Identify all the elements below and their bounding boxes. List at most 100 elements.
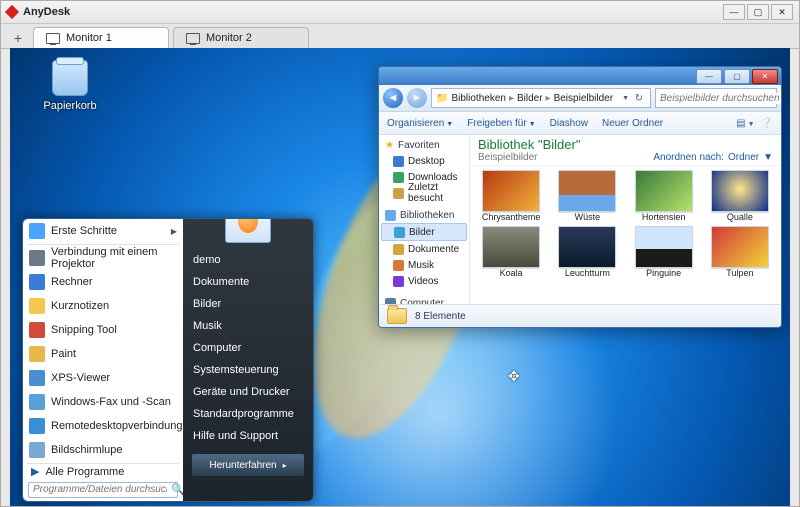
view-options-icon[interactable]: ▤▼ — [736, 118, 754, 129]
minimize-button[interactable]: — — [723, 4, 745, 20]
explorer-window[interactable]: — ▢ ✕ ◄ ► 📁 Bibliotheken▸ Bilder▸ Beispi… — [378, 66, 782, 328]
start-menu-item-label: Remotedesktopverbindung — [51, 420, 182, 432]
thumbnail-label: Chrysantheme — [482, 212, 541, 222]
thumbnail-item[interactable]: Hortensien — [629, 170, 699, 222]
address-bar[interactable]: 📁 Bibliotheken▸ Bilder▸ Beispielbilder ▼… — [431, 88, 651, 108]
breadcrumb-item[interactable]: Bilder — [517, 93, 543, 104]
app-icon — [29, 370, 45, 386]
start-menu-right-item[interactable]: Standardprogramme — [183, 403, 313, 425]
start-menu-right-item[interactable]: Dokumente — [183, 271, 313, 293]
toolbar-slideshow[interactable]: Diashow — [550, 118, 588, 129]
maximize-button[interactable]: ▢ — [747, 4, 769, 20]
shutdown-label: Herunterfahren — [209, 460, 276, 471]
explorer-search[interactable]: 🔍 — [655, 88, 777, 108]
arrange-by[interactable]: Anordnen nach: Ordner▼ — [653, 137, 773, 163]
start-menu-item[interactable]: Windows-Fax und -Scan — [23, 390, 183, 414]
start-menu-item-label: Kurznotizen — [51, 300, 109, 312]
start-menu-item[interactable]: Snipping Tool — [23, 318, 183, 342]
start-search-input[interactable] — [29, 484, 171, 495]
thumbnail-item[interactable]: Tulpen — [705, 226, 775, 278]
start-menu-right-item[interactable]: Musik — [183, 315, 313, 337]
help-icon[interactable]: ❔ — [761, 118, 773, 129]
start-menu-item[interactable]: Erste Schritte▶ — [23, 219, 183, 243]
explorer-body: ★Favoriten Desktop Downloads Zuletzt bes… — [379, 133, 781, 305]
start-menu-right-item[interactable]: demo — [183, 249, 313, 271]
refresh-icon[interactable]: ↻ — [632, 93, 646, 104]
start-search[interactable]: 🔍 — [28, 482, 178, 498]
sidebar-item-videos[interactable]: Videos — [379, 273, 469, 289]
start-menu-item[interactable]: Bildschirmlupe — [23, 438, 183, 462]
sidebar-item-documents[interactable]: Dokumente — [379, 241, 469, 257]
sidebar-group-libraries[interactable]: Bibliotheken — [379, 207, 469, 223]
start-menu-right-item[interactable]: Geräte und Drucker — [183, 381, 313, 403]
thumbnail-item[interactable]: Pinguine — [629, 226, 699, 278]
explorer-titlebar[interactable]: — ▢ ✕ — [379, 67, 781, 85]
thumbnail-item[interactable]: Qualle — [705, 170, 775, 222]
close-button[interactable]: ✕ — [771, 4, 793, 20]
sidebar-item-pictures[interactable]: Bilder — [381, 223, 467, 241]
thumbnail-image — [558, 226, 616, 268]
start-menu-item[interactable]: Verbindung mit einem Projektor — [23, 246, 183, 270]
start-menu: Erste Schritte▶ Verbindung mit einem Proj… — [22, 218, 314, 502]
thumbnail-label: Leuchtturm — [565, 268, 610, 278]
breadcrumb-item[interactable]: Beispielbilder — [554, 93, 613, 104]
user-avatar[interactable] — [225, 218, 271, 243]
sidebar-group-favorites[interactable]: ★Favoriten — [379, 137, 469, 153]
nav-forward-button[interactable]: ► — [407, 88, 427, 108]
thumbnail-grid: Chrysantheme Wüste HortensienQualle Koala Le… — [470, 166, 781, 305]
desktop-icon-recycle-bin[interactable]: Papierkorb — [42, 60, 98, 112]
all-programs[interactable]: ▶ Alle Programme — [23, 465, 183, 479]
app-icon — [29, 250, 45, 266]
thumbnail-item[interactable]: Leuchtturm — [552, 226, 622, 278]
folder-icon: 📁 — [436, 93, 448, 104]
app-icon — [29, 274, 45, 290]
videos-icon — [393, 276, 404, 287]
start-menu-right-item[interactable]: Bilder — [183, 293, 313, 315]
start-menu-right-item[interactable]: Systemsteuerung — [183, 359, 313, 381]
recent-icon — [393, 188, 404, 199]
start-menu-item-label: Verbindung mit einem Projektor — [51, 246, 177, 270]
explorer-maximize-button[interactable]: ▢ — [724, 69, 750, 84]
start-menu-right-item[interactable]: Computer — [183, 337, 313, 359]
remote-cursor-icon: ✥ — [508, 368, 520, 385]
app-icon — [29, 322, 45, 338]
thumbnail-image — [558, 170, 616, 212]
separator — [27, 463, 179, 464]
sidebar-item-recent[interactable]: Zuletzt besucht — [379, 185, 469, 201]
explorer-minimize-button[interactable]: — — [696, 69, 722, 84]
shutdown-button[interactable]: Herunterfahren ▸ — [191, 453, 305, 477]
toolbar-new-folder[interactable]: Neuer Ordner — [602, 118, 663, 129]
sidebar-item-desktop[interactable]: Desktop — [379, 153, 469, 169]
explorer-navbar: ◄ ► 📁 Bibliotheken▸ Bilder▸ Beispielbild… — [379, 85, 781, 112]
start-menu-item-label: Windows-Fax und -Scan — [51, 396, 171, 408]
remote-desktop[interactable]: Papierkorb Erste Schritte▶ Verbindung mit… — [10, 48, 790, 506]
breadcrumb-item[interactable]: Bibliotheken — [451, 93, 505, 104]
toolbar-share[interactable]: Freigeben für▼ — [467, 118, 535, 129]
start-menu-item[interactable]: Remotedesktopverbindung — [23, 414, 183, 438]
start-menu-item[interactable]: Paint — [23, 342, 183, 366]
thumbnail-item[interactable]: Wüste — [552, 170, 622, 222]
sidebar-item-music[interactable]: Musik — [379, 257, 469, 273]
chevron-right-icon[interactable]: ▸ — [283, 461, 287, 470]
libraries-icon — [385, 210, 396, 221]
thumbnail-label: Wüste — [575, 212, 601, 222]
start-menu-item[interactable]: XPS-Viewer — [23, 366, 183, 390]
tab-monitor-1[interactable]: Monitor 1 — [33, 27, 169, 48]
new-tab-button[interactable]: + — [7, 28, 29, 48]
start-menu-right-item[interactable]: Hilfe und Support — [183, 425, 313, 447]
start-menu-right: demoDokumenteBilderMusikComputerSystemst… — [183, 219, 313, 501]
thumbnail-item[interactable]: Chrysantheme — [476, 170, 546, 222]
app-icon — [29, 298, 45, 314]
start-menu-item[interactable]: Rechner — [23, 270, 183, 294]
explorer-close-button[interactable]: ✕ — [752, 69, 778, 84]
tab-monitor-2[interactable]: Monitor 2 — [173, 27, 309, 48]
toolbar-organize[interactable]: Organisieren▼ — [387, 118, 453, 129]
app-title: AnyDesk — [23, 6, 723, 18]
thumbnail-image — [482, 226, 540, 268]
thumbnail-item[interactable]: Koala — [476, 226, 546, 278]
chevron-down-icon[interactable]: ▼ — [622, 95, 629, 102]
explorer-search-input[interactable] — [656, 93, 782, 104]
app-icon — [29, 418, 45, 434]
start-menu-item[interactable]: Kurznotizen — [23, 294, 183, 318]
nav-back-button[interactable]: ◄ — [383, 88, 403, 108]
